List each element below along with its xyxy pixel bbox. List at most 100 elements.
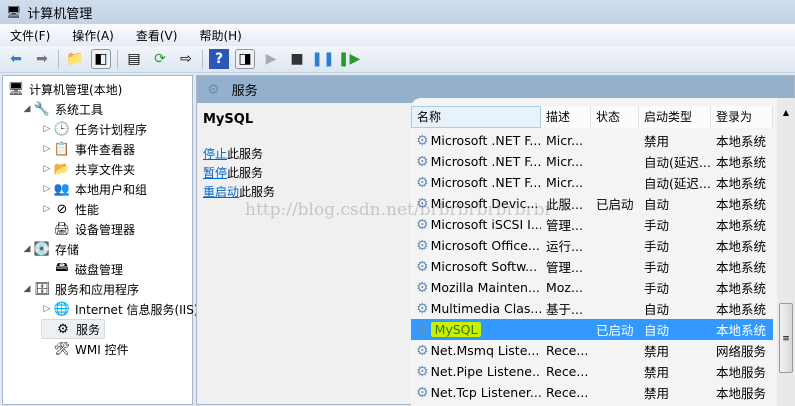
service-row[interactable]: ⚙ Mozilla Mainten... Moz... 手动 本地系统	[411, 277, 773, 298]
tree-node[interactable]: ▷ 👥 本地用户和组	[41, 179, 147, 199]
service-row[interactable]: ⚙ Net.Pipe Listene... Rece... 禁用 本地服务	[411, 361, 773, 382]
show-hide-action-pane-icon[interactable]: ◨	[235, 49, 255, 69]
refresh-icon[interactable]: ⟳	[150, 49, 170, 69]
service-row[interactable]: ⚙ Microsoft .NET F... Micr... 禁用 本地系统	[411, 130, 773, 151]
scrollbar-thumb[interactable]: ≡	[779, 303, 793, 373]
service-cell: 本地系统	[716, 155, 767, 170]
service-cell: 本地系统	[716, 260, 767, 275]
menu-help[interactable]: 帮助(H)	[199, 27, 241, 44]
tree-node[interactable]: ▷ 📂 共享文件夹	[41, 159, 135, 179]
expand-toggle-icon[interactable]: ▷	[41, 164, 53, 174]
properties-icon[interactable]: ▤	[124, 49, 144, 69]
tree-node[interactable]: 🖥 计算机管理(本地)	[7, 79, 123, 99]
action-text: 此服务	[227, 147, 264, 161]
service-cell: 运行...	[546, 239, 583, 254]
expand-toggle-icon[interactable]: ◢	[21, 104, 33, 114]
service-cell: 本地系统	[716, 218, 767, 233]
separator	[58, 50, 59, 68]
column-log-on-as[interactable]: 登录为	[711, 106, 773, 128]
service-gear-icon: ⚙	[416, 258, 429, 275]
tree-node[interactable]: ▷ 📋 事件查看器	[41, 139, 135, 159]
service-gear-icon: ⚙	[416, 174, 429, 191]
tree-node[interactable]: ◢ 💽 存储	[21, 239, 79, 259]
tree-node[interactable]: ◢ 🔧 系统工具	[21, 99, 103, 119]
tree-node[interactable]: 🖴 磁盘管理	[41, 259, 123, 279]
storage-icon: 💽	[33, 241, 51, 257]
tree-node[interactable]: 🛠 WMI 控件	[41, 339, 129, 359]
service-row[interactable]: ⚙ Net.Msmq Liste... Rece... 禁用 网络服务	[411, 340, 773, 361]
service-cell: 网络服务	[716, 344, 767, 359]
service-row[interactable]: ⚙ Net.Tcp Listener... Rece... 禁用 本地服务	[411, 382, 773, 403]
export-list-icon[interactable]: ⇨	[176, 49, 196, 69]
expand-toggle-icon[interactable]: ▷	[41, 304, 53, 314]
menu-file[interactable]: 文件(F)	[10, 27, 50, 44]
device-manager-icon: 🖨	[53, 221, 71, 237]
tree-node[interactable]: 🖨 设备管理器	[41, 219, 135, 239]
restart-service-icon[interactable]: ❚▶	[338, 49, 361, 69]
tree-node[interactable]: ▷ 🕒 任务计划程序	[41, 119, 147, 139]
tree-node[interactable]: ⚙ 服务	[41, 319, 106, 339]
service-name-cell: Multimedia Clas...	[430, 301, 541, 316]
service-cell: 自动	[644, 197, 670, 212]
service-cell: 本地服务	[716, 365, 767, 380]
service-row[interactable]: ⚙ Microsoft .NET F... Micr... 自动(延迟... 本地系统	[411, 151, 773, 172]
service-cell: Micr...	[546, 154, 584, 169]
separator	[117, 50, 118, 68]
service-cell: 禁用	[644, 344, 670, 359]
forward-icon[interactable]: ➡	[32, 49, 52, 69]
service-cell: 禁用	[644, 386, 670, 401]
service-cell: 本地服务	[716, 386, 767, 401]
pause-link[interactable]: 暂停	[203, 166, 227, 180]
services-apps-icon: 🗄	[33, 281, 51, 297]
stop-link[interactable]: 停止	[203, 147, 227, 161]
back-icon[interactable]: ⬅	[6, 49, 26, 69]
restart-link[interactable]: 重启动	[203, 185, 239, 199]
menu-action[interactable]: 操作(A)	[72, 27, 114, 44]
expand-toggle-icon[interactable]: ▷	[41, 124, 53, 134]
service-row[interactable]: ⚙ Microsoft iSCSI I... 管理... 手动 本地系统	[411, 214, 773, 235]
service-row[interactable]: ⚙ Microsoft Softw... 管理... 手动 本地系统	[411, 256, 773, 277]
service-cell: 本地系统	[716, 134, 767, 149]
tree-node[interactable]: ▷ ⊘ 性能	[41, 199, 99, 219]
service-cell: Moz...	[546, 280, 583, 295]
service-cell: Rece...	[546, 364, 589, 379]
service-row[interactable]: ⚙ MySQL 已启动 自动 本地系统	[411, 319, 773, 340]
column-status[interactable]: 状态	[591, 106, 639, 128]
tree-node[interactable]: ◢ 🗄 服务和应用程序	[21, 279, 139, 299]
expand-toggle-icon[interactable]: ▷	[41, 144, 53, 154]
help-icon[interactable]: ?	[209, 49, 229, 69]
pause-service-icon[interactable]: ❚❚	[311, 49, 334, 69]
column-description[interactable]: 描述	[541, 106, 591, 128]
expand-toggle-icon[interactable]: ◢	[21, 244, 33, 254]
services-list: 名称 描述 状态 启动类型 登录为 ▲ ≡ ⚙ Microsoft .NET F.…	[411, 98, 795, 406]
service-row[interactable]: ⚙ Microsoft Office... 运行... 手动 本地系统	[411, 235, 773, 256]
column-name[interactable]: 名称	[411, 106, 541, 128]
restart-service-action: 重启动此服务	[203, 183, 403, 202]
tree-node[interactable]: ▷ 🌐 Internet 信息服务(IIS)管	[41, 299, 211, 319]
service-row[interactable]: ⚙ Microsoft Devic... 此服... 已启动 自动 本地系统	[411, 193, 773, 214]
service-row[interactable]: ⚙ Multimedia Clas... 基于... 自动 本地系统	[411, 298, 773, 319]
column-startup-type[interactable]: 启动类型	[639, 106, 711, 128]
service-cell: 已启动	[596, 323, 634, 338]
service-name-cell: Mozilla Mainten...	[430, 280, 540, 295]
service-cell: 禁用	[644, 134, 670, 149]
up-folder-icon[interactable]: 📁	[65, 49, 85, 69]
vertical-scrollbar[interactable]: ▲ ≡	[777, 98, 795, 406]
expand-toggle-icon[interactable]: ▷	[41, 204, 53, 214]
stop-service-icon[interactable]: ■	[287, 49, 307, 69]
menu-view[interactable]: 查看(V)	[136, 27, 178, 44]
service-name-cell: Microsoft .NET F...	[430, 133, 541, 148]
service-gear-icon: ⚙	[416, 342, 429, 359]
service-cell: 自动	[644, 323, 670, 338]
service-cell: Micr...	[546, 175, 584, 190]
service-cell: 手动	[644, 260, 670, 275]
computer-icon: 🖥	[7, 81, 25, 97]
scroll-up-icon[interactable]: ▲	[777, 108, 795, 117]
show-hide-tree-icon[interactable]: ◧	[91, 49, 111, 69]
expand-toggle-icon[interactable]: ▷	[41, 184, 53, 194]
start-service-icon[interactable]: ▶	[261, 49, 281, 69]
service-name-cell: Microsoft iSCSI I...	[430, 217, 541, 232]
computer-management-icon: 🖥	[6, 5, 22, 19]
expand-toggle-icon[interactable]: ◢	[21, 284, 33, 294]
service-row[interactable]: ⚙ Microsoft .NET F... Micr... 自动(延迟... 本地系统	[411, 172, 773, 193]
